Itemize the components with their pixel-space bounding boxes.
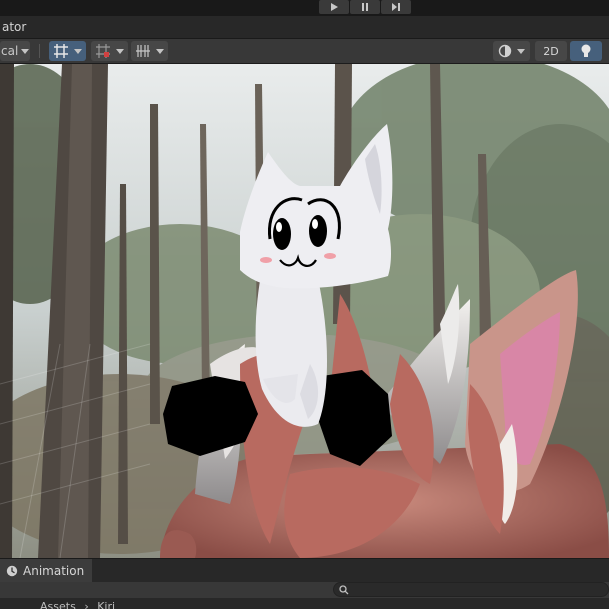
scene-viewport[interactable]	[0, 64, 609, 558]
scene-render	[0, 64, 609, 558]
increment-snap-toggle[interactable]	[131, 41, 168, 61]
animation-toolbar	[0, 582, 609, 598]
play-button[interactable]	[319, 0, 349, 14]
breadcrumb: Assets › Kiri	[0, 598, 609, 609]
search-field[interactable]	[333, 582, 609, 597]
breadcrumb-item-assets[interactable]: Assets	[40, 600, 76, 609]
lighting-icon	[581, 44, 591, 57]
animation-icon	[6, 565, 18, 577]
tab-animation[interactable]: Animation	[0, 559, 93, 583]
play-toolbar	[0, 0, 609, 16]
tab-animation-label: Animation	[23, 564, 85, 578]
lighting-toggle[interactable]	[570, 41, 602, 61]
gizmo-icon	[498, 44, 512, 58]
chevron-down-icon	[517, 48, 525, 54]
grid-icon	[54, 44, 68, 58]
breadcrumb-path: Assets › Kiri	[40, 600, 115, 609]
play-controls	[319, 0, 411, 14]
shading-mode-label: cal	[1, 44, 19, 58]
snap-icon	[96, 44, 110, 58]
gizmo-dropdown[interactable]	[493, 41, 530, 61]
shading-mode-dropdown[interactable]: cal	[0, 41, 30, 61]
chevron-down-icon	[74, 48, 82, 54]
animation-tab-bar: Animation	[0, 558, 609, 583]
chevron-down-icon	[156, 48, 164, 54]
window-title[interactable]: ator	[2, 20, 26, 34]
play-icon	[331, 3, 338, 11]
separator	[39, 44, 40, 58]
pause-button[interactable]	[350, 0, 380, 14]
search-icon	[339, 585, 349, 595]
pause-icon	[362, 3, 368, 11]
step-button[interactable]	[381, 0, 411, 14]
step-icon	[392, 3, 400, 11]
breadcrumb-separator-icon: ›	[84, 600, 89, 609]
increment-icon	[136, 45, 150, 57]
snap-toggle[interactable]	[91, 41, 128, 61]
scene-toolbar: cal 2D	[0, 39, 609, 64]
grid-toggle[interactable]	[49, 41, 86, 61]
window-tab-bar: ator	[0, 16, 609, 39]
breadcrumb-item-kiri[interactable]: Kiri	[97, 600, 115, 609]
toggle-2d-button[interactable]: 2D	[535, 41, 567, 61]
chevron-down-icon	[116, 48, 124, 54]
chevron-down-icon	[21, 48, 30, 54]
toggle-2d-label: 2D	[543, 44, 559, 58]
